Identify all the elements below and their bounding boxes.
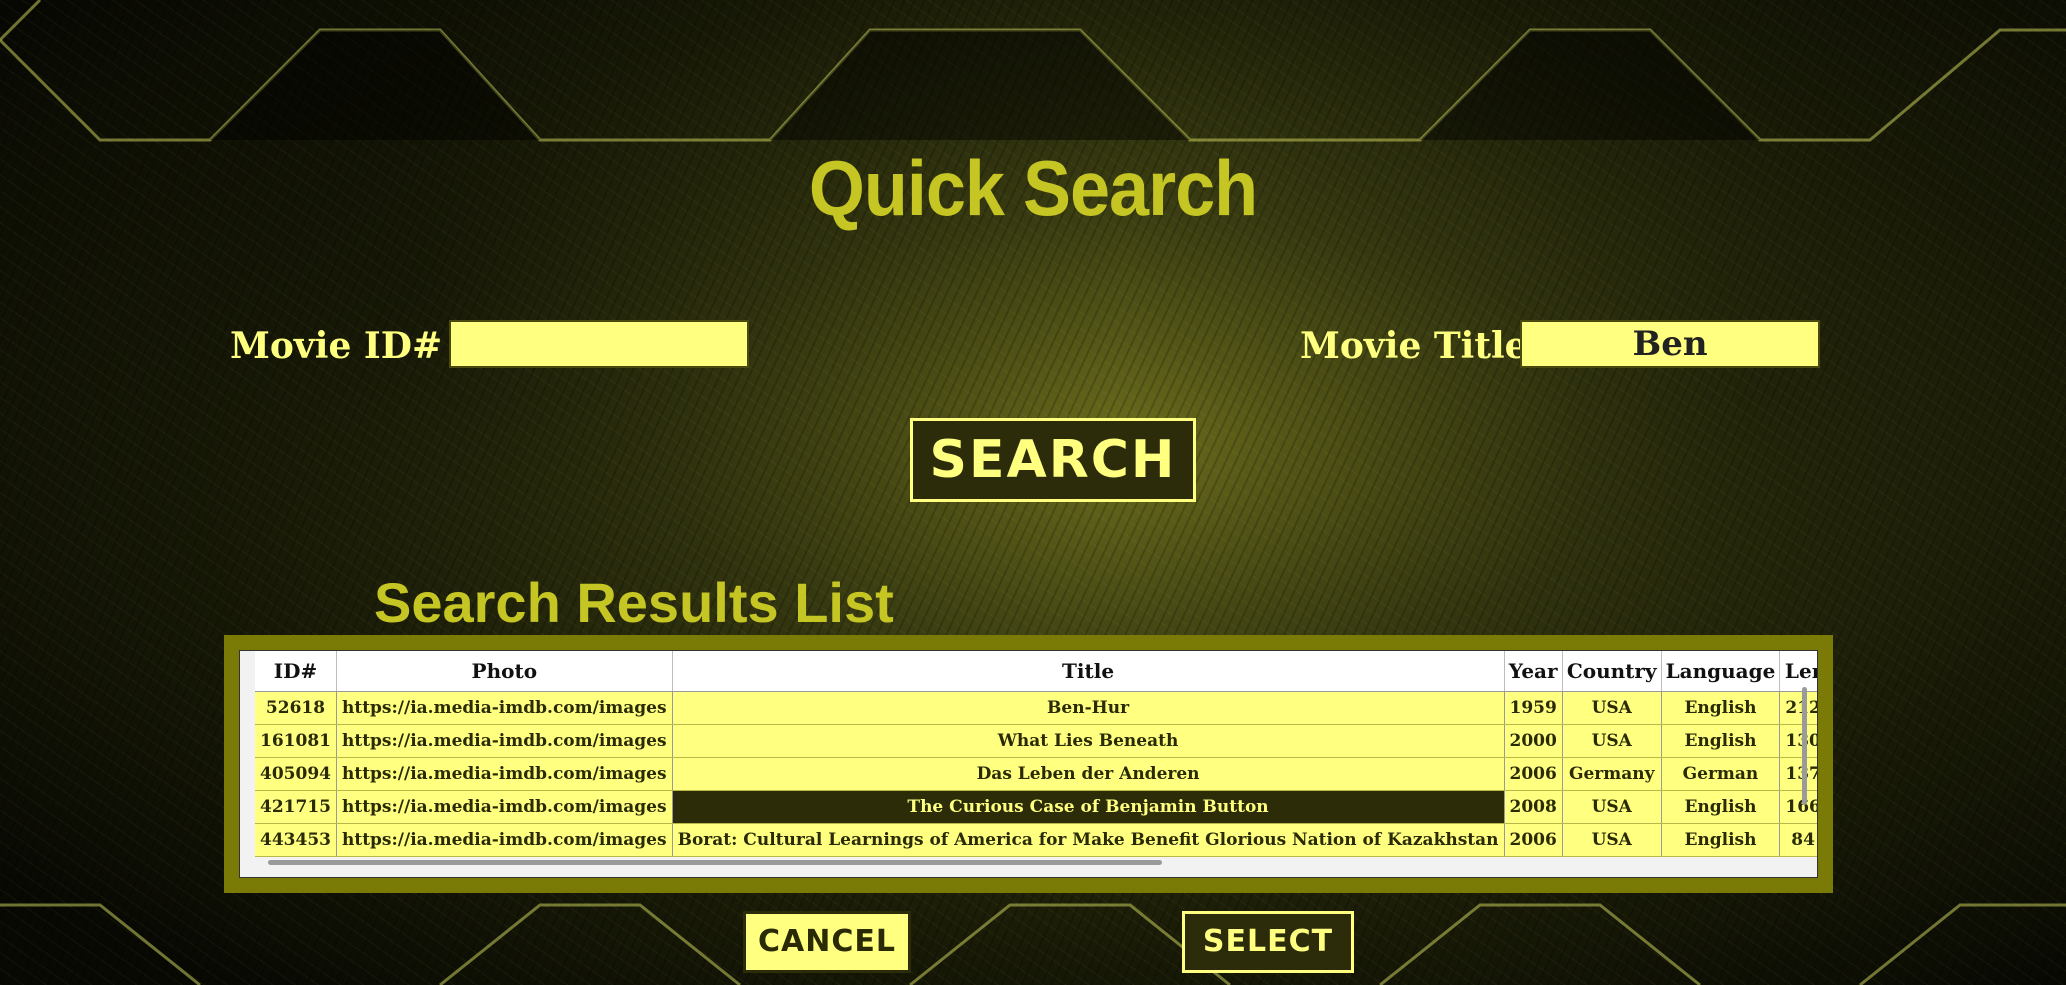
column-header-language[interactable]: Language xyxy=(1661,651,1781,692)
cell-title: Ben-Hur xyxy=(672,691,1505,725)
table-row[interactable]: 161081 https://ia.media-imdb.com/images Wh… xyxy=(255,724,1817,758)
table-row[interactable]: 405094 https://ia.media-imdb.com/images Da… xyxy=(255,757,1817,791)
column-header-title[interactable]: Title xyxy=(672,651,1505,692)
select-button[interactable]: SELECT xyxy=(1182,911,1354,973)
results-table: ID#PhotoTitleYearCountryLanguageLengthS … xyxy=(255,651,1817,857)
table-body: 52618 https://ia.media-imdb.com/images Ben… xyxy=(255,691,1817,857)
cancel-button[interactable]: CANCEL xyxy=(743,911,911,973)
cell-id: 421715 xyxy=(255,790,337,824)
cell-id: 52618 xyxy=(255,691,337,725)
cell-photo: https://ia.media-imdb.com/images xyxy=(336,724,673,758)
movie-id-label: Movie ID# xyxy=(230,325,443,367)
cell-country: USA xyxy=(1562,724,1662,758)
cell-length: 166 min xyxy=(1779,790,1817,824)
cell-language: English xyxy=(1661,691,1781,725)
cell-title: Das Leben der Anderen xyxy=(672,757,1505,791)
cell-title: What Lies Beneath xyxy=(672,724,1505,758)
cell-country: USA xyxy=(1562,823,1662,857)
cell-photo: https://ia.media-imdb.com/images xyxy=(336,691,673,725)
cell-year: 2006 xyxy=(1504,757,1563,791)
cell-country: USA xyxy=(1562,790,1662,824)
cell-photo: https://ia.media-imdb.com/images xyxy=(336,823,673,857)
cell-length: 84 min xyxy=(1779,823,1817,857)
results-title: Search Results List xyxy=(374,571,894,634)
results-panel: ID#PhotoTitleYearCountryLanguageLengthS … xyxy=(224,635,1833,893)
cell-id: 161081 xyxy=(255,724,337,758)
cell-length: 212 min xyxy=(1779,691,1817,725)
cell-id: 405094 xyxy=(255,757,337,791)
search-button[interactable]: SEARCH xyxy=(910,418,1196,502)
results-table-container[interactable]: ID#PhotoTitleYearCountryLanguageLengthS … xyxy=(239,650,1818,878)
table-header-row: ID#PhotoTitleYearCountryLanguageLengthS xyxy=(255,651,1817,692)
cell-language: English xyxy=(1661,823,1781,857)
cell-year: 2000 xyxy=(1504,724,1563,758)
column-header-length[interactable]: Length xyxy=(1779,651,1817,692)
movie-id-input[interactable] xyxy=(449,320,749,368)
cell-language: English xyxy=(1661,724,1781,758)
cell-country: Germany xyxy=(1562,757,1662,791)
column-header-year[interactable]: Year xyxy=(1504,651,1563,692)
cell-year: 1959 xyxy=(1504,691,1563,725)
page-title: Quick Search xyxy=(808,145,1258,233)
cell-title: The Curious Case of Benjamin Button xyxy=(672,790,1505,824)
table-row[interactable]: 421715 https://ia.media-imdb.com/images Th… xyxy=(255,790,1817,824)
table-row[interactable]: 52618 https://ia.media-imdb.com/images Ben… xyxy=(255,691,1817,725)
cell-id: 443453 xyxy=(255,823,337,857)
movie-title-input[interactable]: Ben xyxy=(1520,320,1820,368)
movie-title-label: Movie Title xyxy=(1300,325,1528,367)
table-row[interactable]: 443453 https://ia.media-imdb.com/images Bo… xyxy=(255,823,1817,857)
cell-country: USA xyxy=(1562,691,1662,725)
cell-language: English xyxy=(1661,790,1781,824)
cell-year: 2008 xyxy=(1504,790,1563,824)
cell-language: German xyxy=(1661,757,1781,791)
vertical-scrollbar[interactable] xyxy=(1802,687,1807,805)
cell-length: 130 min xyxy=(1779,724,1817,758)
cell-photo: https://ia.media-imdb.com/images xyxy=(336,757,673,791)
column-header-country[interactable]: Country xyxy=(1562,651,1662,692)
column-header-id[interactable]: ID# xyxy=(255,651,337,692)
cell-year: 2006 xyxy=(1504,823,1563,857)
cell-title: Borat: Cultural Learnings of America for… xyxy=(672,823,1505,857)
cell-length: 137 min xyxy=(1779,757,1817,791)
cell-photo: https://ia.media-imdb.com/images xyxy=(336,790,673,824)
horizontal-scrollbar[interactable] xyxy=(268,860,1162,865)
column-header-photo[interactable]: Photo xyxy=(336,651,673,692)
